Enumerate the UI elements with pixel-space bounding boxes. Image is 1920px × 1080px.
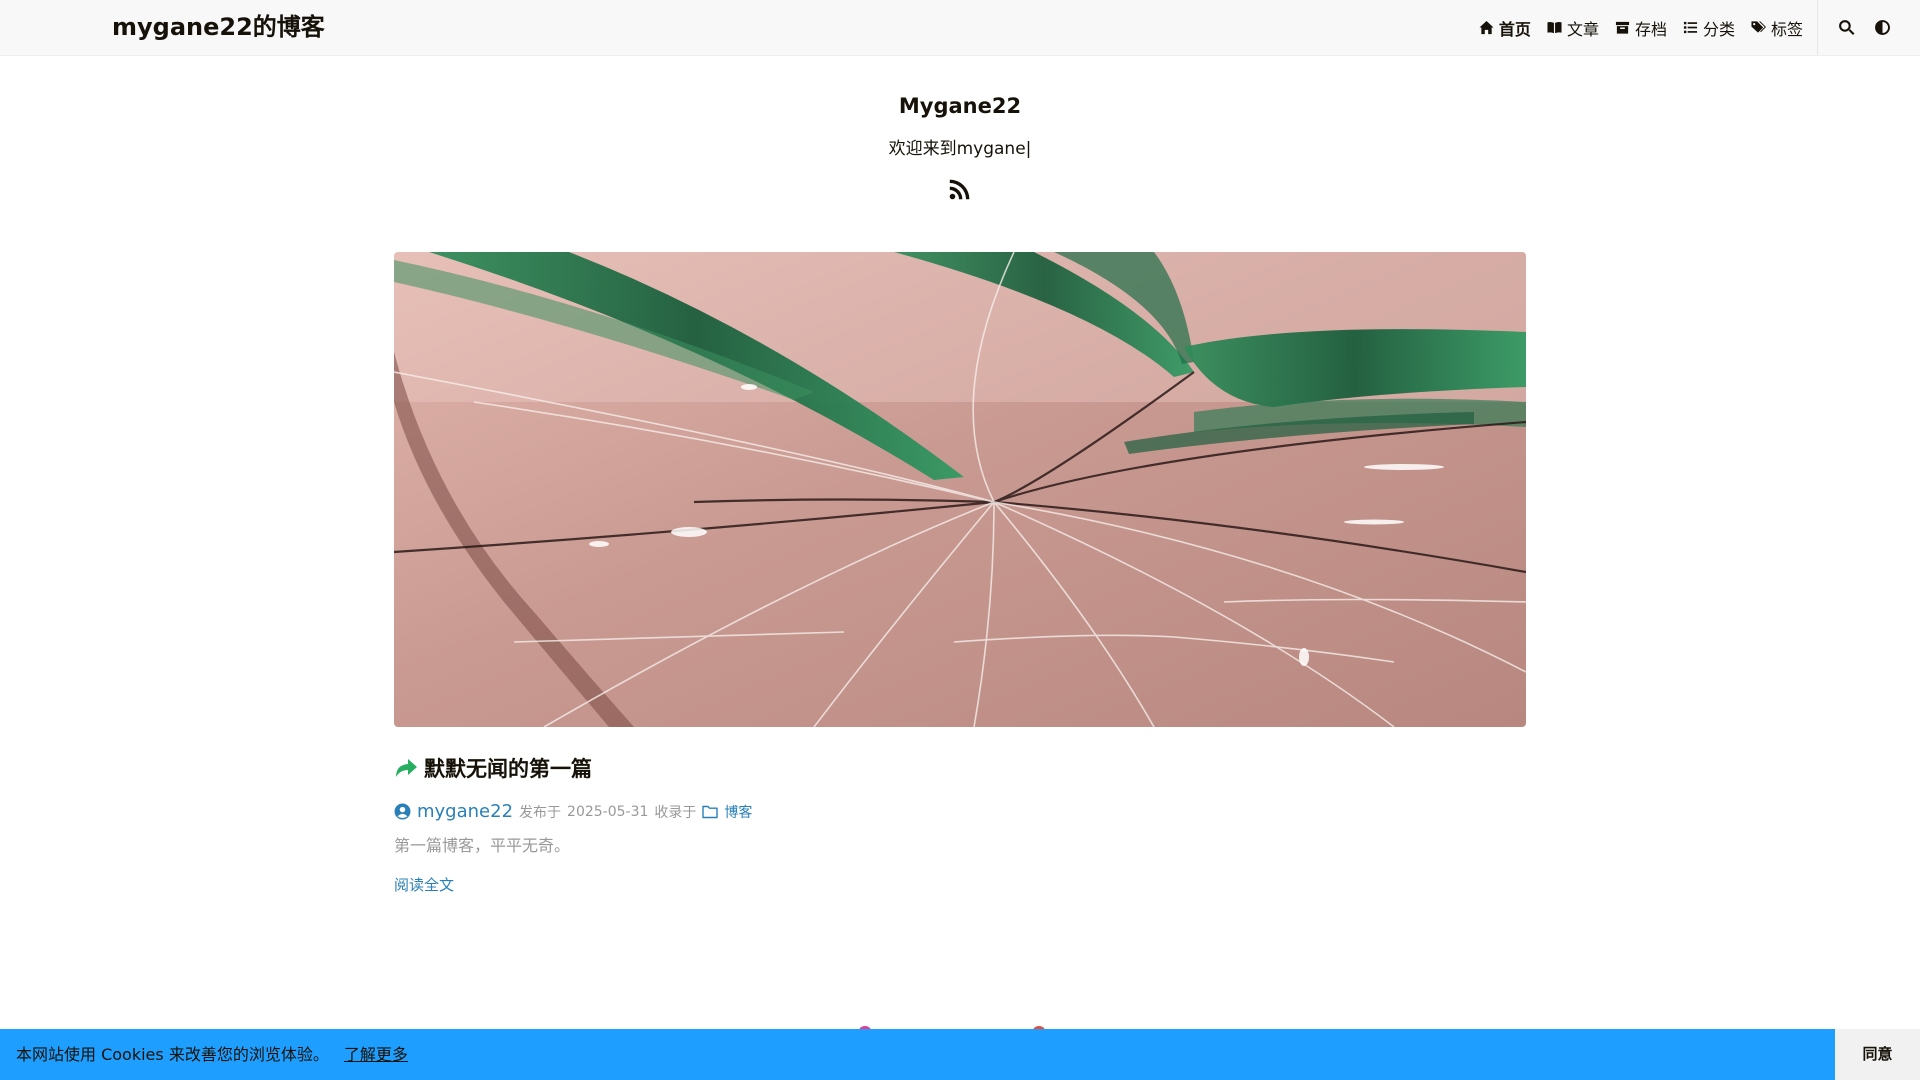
site-brand[interactable]: mygane22的博客 <box>112 0 325 55</box>
post-author-link[interactable]: mygane22 <box>394 801 513 822</box>
read-more-link[interactable]: 阅读全文 <box>394 874 454 895</box>
navbar: mygane22的博客 首页 文章 存档 分类 标签 <box>0 0 1920 56</box>
search-button[interactable] <box>1828 0 1864 55</box>
cookie-consent-bar: 本网站使用 Cookies 来改善您的浏览体验。 了解更多 同意 <box>0 1029 1920 1080</box>
search-icon <box>1838 20 1854 35</box>
book-icon <box>1547 21 1562 34</box>
post-summary: 第一篇博客，平平无奇。 <box>394 836 571 855</box>
menu-item-categories[interactable]: 分类 <box>1675 0 1743 55</box>
menu-label-categories: 分类 <box>1702 19 1735 39</box>
menu-label-archive: 存档 <box>1634 19 1667 39</box>
menu-label-tags: 标签 <box>1770 19 1803 39</box>
menu-item-posts[interactable]: 文章 <box>1539 0 1607 55</box>
post-category-link[interactable]: 博客 <box>702 802 752 822</box>
menu-item-archive[interactable]: 存档 <box>1607 0 1675 55</box>
cookie-message-text: 本网站使用 Cookies 来改善您的浏览体验。 <box>16 1045 329 1064</box>
featured-image-link[interactable] <box>394 252 1526 727</box>
profile-title: Mygane22 <box>898 94 1022 118</box>
user-circle-icon <box>394 803 411 820</box>
cookie-message: 本网站使用 Cookies 来改善您的浏览体验。 了解更多 <box>16 1029 408 1080</box>
menu-item-tags[interactable]: 标签 <box>1743 0 1811 55</box>
archive-icon <box>1615 21 1630 34</box>
rss-icon <box>949 179 970 200</box>
profile-subtitle: 欢迎来到mygane| <box>888 139 1032 159</box>
cookie-accept-button[interactable]: 同意 <box>1835 1029 1920 1080</box>
rss-link[interactable] <box>948 177 972 201</box>
theme-toggle-icon <box>1874 20 1890 35</box>
share-arrow-icon <box>396 759 417 777</box>
menu-item-home[interactable]: 首页 <box>1471 0 1539 55</box>
menu-divider <box>1817 0 1818 55</box>
menu-label-home: 首页 <box>1498 19 1531 39</box>
post-published-prefix: 发布于 <box>519 804 562 821</box>
post-author-name: mygane22 <box>417 801 514 822</box>
main-menu: 首页 文章 存档 分类 标签 <box>1471 0 1920 55</box>
post-category-name: 博客 <box>724 804 753 821</box>
post-date: 2025-05-31 <box>567 803 649 820</box>
post-title: 默默无闻的第一篇 <box>394 753 1526 783</box>
cracked-glass-image <box>394 252 1526 727</box>
post-card: 默默无闻的第一篇 mygane22 发布于 2025-05-31 收录于 博客 … <box>394 252 1526 895</box>
post-meta: mygane22 发布于 2025-05-31 收录于 博客 <box>394 801 1526 822</box>
list-icon <box>1683 21 1698 34</box>
tags-icon <box>1751 21 1766 33</box>
profile: Mygane22 欢迎来到mygane| <box>0 56 1920 205</box>
home-icon <box>1479 20 1494 35</box>
cookie-learn-more-link[interactable]: 了解更多 <box>344 1045 408 1064</box>
post-category-prefix: 收录于 <box>654 804 697 821</box>
theme-toggle-button[interactable] <box>1864 0 1900 55</box>
folder-icon <box>702 805 719 818</box>
post-title-link[interactable]: 默默无闻的第一篇 <box>424 753 592 783</box>
menu-label-posts: 文章 <box>1566 19 1599 39</box>
